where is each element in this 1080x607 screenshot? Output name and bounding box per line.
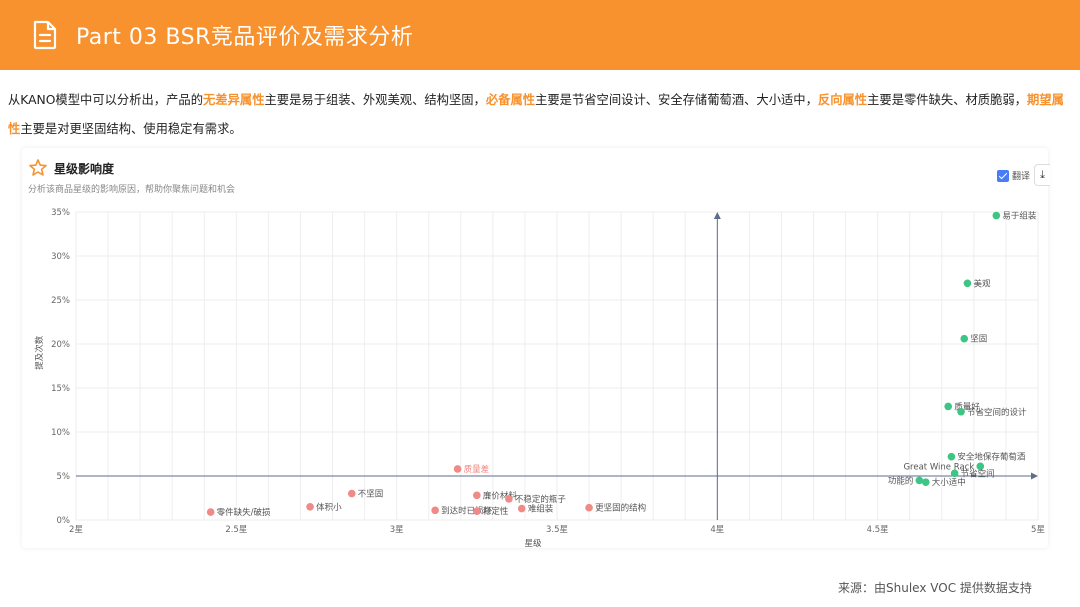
card-title: 星级影响度 xyxy=(54,162,115,176)
description-text: 主要是节省空间设计、安全存储葡萄酒、大小适中， xyxy=(535,93,818,107)
y-tick-label: 0% xyxy=(57,516,71,526)
x-tick-label: 4星 xyxy=(710,525,724,535)
x-tick-label: 3星 xyxy=(390,525,404,535)
description-text: 主要是零件缺失、材质脆弱， xyxy=(867,93,1027,107)
kano-description: 从KANO模型中可以分析出，产品的无差异属性主要是易于组装、外观美观、结构坚固，… xyxy=(8,86,1076,144)
y-tick-label: 15% xyxy=(51,384,70,394)
highlight-term: 反向属性 xyxy=(817,93,868,107)
x-tick-label: 2星 xyxy=(69,525,83,535)
data-point xyxy=(950,469,959,478)
reference-arrow-up xyxy=(713,212,721,219)
y-tick-label: 20% xyxy=(51,340,70,350)
description-text: 主要是易于组装、外观美观、结构坚固， xyxy=(264,93,486,107)
y-tick-label: 35% xyxy=(51,208,70,218)
data-point xyxy=(206,508,215,516)
data-point xyxy=(947,452,956,461)
point-label: 零件缺失/破损 xyxy=(217,507,271,518)
x-tick-label: 3.5星 xyxy=(546,525,568,535)
point-label: 大小适中 xyxy=(932,477,966,488)
page-title: Part 03 BSR竞品评价及需求分析 xyxy=(76,25,414,50)
data-point xyxy=(915,476,924,485)
point-label: 节省空间的设计 xyxy=(967,407,1027,418)
page-header: Part 03 BSR竞品评价及需求分析 xyxy=(0,0,1080,70)
data-point xyxy=(347,489,356,498)
translate-toggle[interactable]: 翻译 xyxy=(997,169,1030,182)
data-point xyxy=(431,506,439,515)
point-label: 安全地保存葡萄酒 xyxy=(957,452,1026,463)
data-point xyxy=(585,503,593,512)
data-point xyxy=(473,507,481,515)
data-point xyxy=(960,334,969,343)
highlight-term: 必备属性 xyxy=(485,93,536,107)
point-label: 难组装 xyxy=(528,504,554,515)
x-tick-label: 4.5星 xyxy=(867,525,889,535)
y-tick-label: 10% xyxy=(51,428,70,438)
document-icon xyxy=(33,20,57,50)
data-point xyxy=(505,495,513,503)
data-point xyxy=(473,491,481,500)
data-point xyxy=(944,402,953,411)
data-point xyxy=(517,504,526,513)
point-label: 易于组装 xyxy=(1002,211,1037,222)
x-tick-label: 2.5星 xyxy=(225,525,247,535)
data-point xyxy=(963,279,972,288)
translate-checkbox[interactable] xyxy=(997,169,1009,182)
y-tick-label: 25% xyxy=(51,296,70,306)
point-label: 质量差 xyxy=(464,464,490,475)
data-point xyxy=(921,478,930,486)
point-label: 更坚固的结构 xyxy=(595,503,646,514)
point-label: 美观 xyxy=(973,278,991,289)
star-impact-scatter-chart: 0% 5% 10% 15% 20% 25% 30% 35% 2星 2.5星 3星 3.5星 4星 4.5星… xyxy=(34,208,1045,549)
x-tick-label: 5星 xyxy=(1031,525,1045,535)
point-label: 不坚固 xyxy=(358,490,384,500)
reference-arrow-right xyxy=(1031,472,1038,480)
data-point xyxy=(453,465,462,473)
download-icon: ⤓ xyxy=(1040,168,1045,181)
data-point xyxy=(957,407,965,416)
description-text: 主要是对更坚固结构、使用稳定有需求。 xyxy=(20,122,242,136)
translate-label: 翻译 xyxy=(1012,172,1031,182)
point-label: 不稳定的瓶子 xyxy=(515,494,567,505)
data-point xyxy=(992,211,1001,220)
highlight-term: 无差异属性 xyxy=(203,93,265,107)
point-label: 功能的 xyxy=(888,475,914,486)
y-tick-label: 30% xyxy=(51,252,70,262)
download-button[interactable]: ⤓ xyxy=(1034,164,1050,186)
point-label: 稳定性 xyxy=(483,506,509,517)
description-text: 从KANO模型中可以分析出，产品的 xyxy=(8,93,203,107)
card-subtitle: 分析该商品星级的影响原因，帮助你聚焦问题和机会 xyxy=(28,185,236,195)
x-axis-label: 星级 xyxy=(524,538,542,549)
data-source: 来源：由Shulex VOC 提供数据支持 xyxy=(838,581,1032,595)
y-tick-label: 5% xyxy=(57,472,71,482)
point-label: 体积小 xyxy=(316,502,342,513)
point-label: 坚固 xyxy=(970,335,987,345)
data-point xyxy=(306,503,314,511)
star-icon xyxy=(29,159,47,176)
y-axis-label: 提及次数 xyxy=(34,335,45,370)
